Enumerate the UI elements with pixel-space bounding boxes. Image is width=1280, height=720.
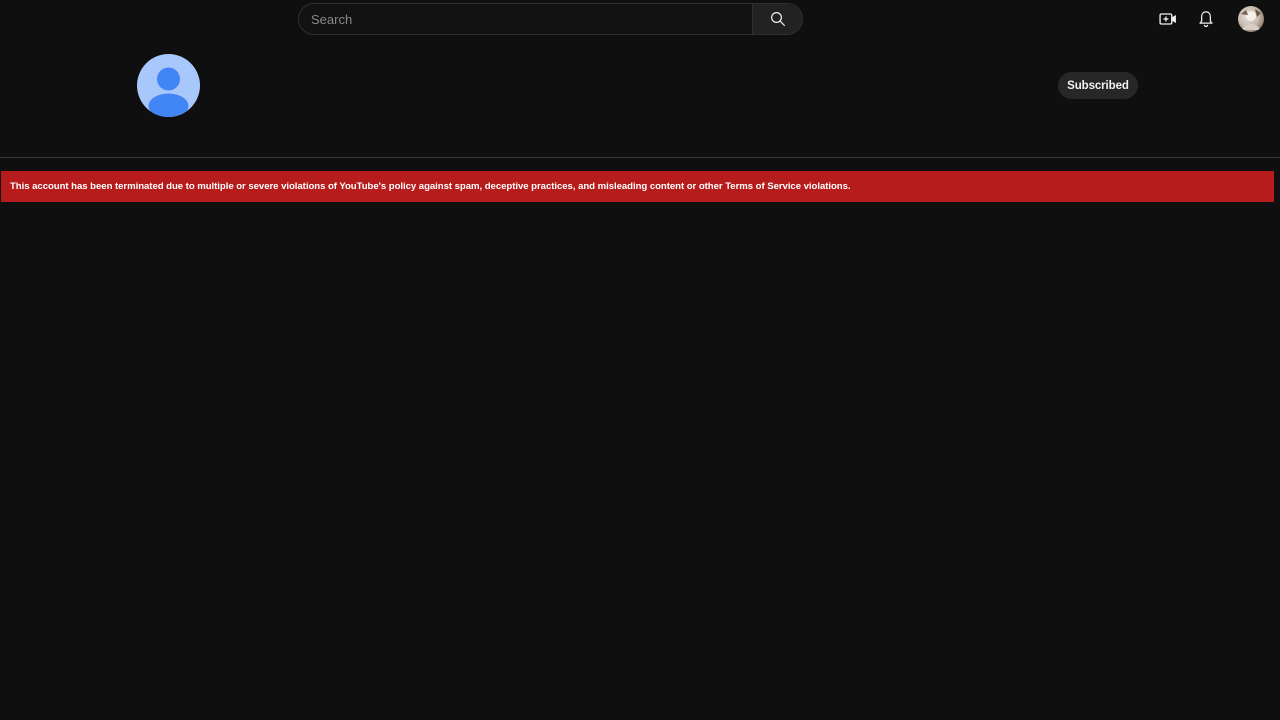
account-avatar[interactable] <box>1238 6 1264 32</box>
channel-avatar <box>137 54 200 117</box>
search-box <box>298 3 803 35</box>
search-input[interactable] <box>299 4 754 34</box>
notifications-button[interactable] <box>1194 7 1218 31</box>
header-divider <box>0 157 1280 158</box>
channel-page: Subscribed This account has been termina… <box>0 0 1280 720</box>
subscribed-button[interactable]: Subscribed <box>1058 72 1138 99</box>
bell-icon <box>1199 11 1213 28</box>
termination-alert-banner: This account has been terminated due to … <box>1 171 1274 202</box>
top-bar <box>0 0 1280 38</box>
account-avatar-image <box>1241 9 1261 30</box>
termination-message: This account has been terminated due to … <box>10 181 851 192</box>
default-person-avatar-icon <box>148 67 189 117</box>
search-icon <box>770 12 785 26</box>
video-create-icon <box>1159 13 1176 25</box>
search-button[interactable] <box>752 4 802 34</box>
create-button[interactable] <box>1156 7 1180 31</box>
